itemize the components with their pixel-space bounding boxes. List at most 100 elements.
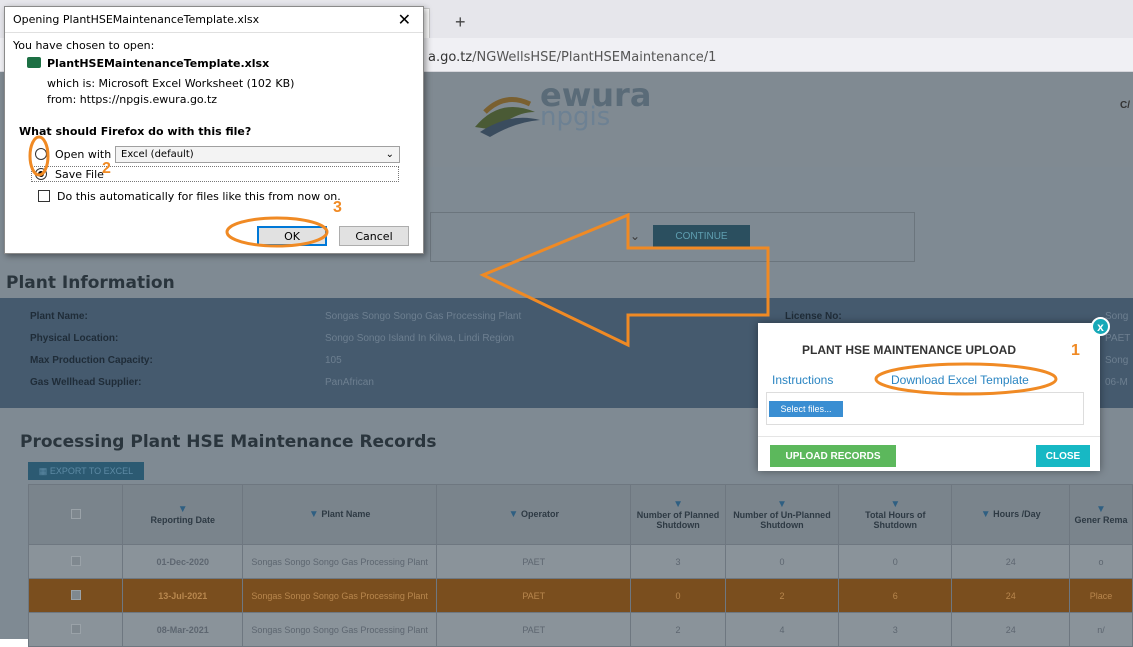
save-file-label: Save File — [55, 168, 104, 181]
file-name: PlantHSEMaintenanceTemplate.xlsx — [47, 57, 270, 70]
file-upload-box[interactable]: Select files... — [766, 392, 1084, 425]
column-label: Number of Un-Planned Shutdown — [733, 510, 831, 530]
cell-date: 13-Jul-2021 — [122, 578, 244, 613]
info-label: Plant Name: — [30, 311, 88, 322]
cell-remarks: o — [1068, 544, 1133, 579]
url-bar[interactable]: a.go.tz/NGWellsHSE/PlantHSEMaintenance/1 — [428, 50, 716, 65]
column-label: Number of Planned Shutdown — [636, 510, 720, 530]
chevron-down-icon[interactable]: ⌄ — [630, 229, 640, 243]
annotation-step-3: 3 — [333, 199, 342, 216]
column-header[interactable]: ▼ Gener Rema — [1068, 484, 1133, 545]
column-label: Gener Rema — [1074, 515, 1128, 525]
column-header[interactable]: ▼ Number of Un-Planned Shutdown — [724, 484, 840, 545]
cell-planned: 0 — [630, 578, 726, 613]
info-label: License No: — [785, 311, 842, 322]
export-to-excel-button[interactable]: ▦ EXPORT TO EXCEL — [28, 462, 144, 480]
info-label: Physical Location: — [30, 333, 119, 344]
filter-icon[interactable]: ▼ — [843, 499, 947, 510]
filter-icon[interactable]: ▼ — [635, 499, 720, 510]
select-files-button[interactable]: Select files... — [769, 401, 843, 417]
filter-icon[interactable]: ▼ — [127, 504, 238, 515]
upload-records-button[interactable]: UPLOAD RECORDS — [770, 445, 896, 467]
auto-checkbox[interactable] — [38, 190, 50, 202]
modal-divider — [758, 436, 1100, 437]
close-icon[interactable]: ✕ — [398, 10, 411, 29]
info-value: 105 — [325, 355, 342, 366]
cell-hours: 6 — [838, 578, 953, 613]
dialog-titlebar: Opening PlantHSEMaintenanceTemplate.xlsx… — [5, 7, 423, 33]
cell-plant: Songas Songo Songo Gas Processing Plant — [242, 612, 438, 647]
annotation-step-1: 1 — [1071, 342, 1080, 359]
chevron-down-icon: ⌄ — [385, 149, 394, 160]
cell-unplanned: 2 — [724, 578, 840, 613]
open-with-select[interactable]: Excel (default) ⌄ — [115, 146, 400, 163]
column-label: Hours /Day — [993, 509, 1041, 519]
cell-planned: 2 — [630, 612, 726, 647]
records-title: Processing Plant HSE Maintenance Records — [20, 432, 437, 452]
cell-operator: PAET — [436, 612, 632, 647]
cell-per-day: 24 — [951, 544, 1070, 579]
url-host: a.go.tz — [428, 50, 473, 65]
open-with-value: Excel (default) — [121, 149, 194, 160]
cell-hours: 3 — [838, 612, 953, 647]
close-button[interactable]: CLOSE — [1036, 445, 1090, 467]
excel-icon: ▦ — [38, 465, 50, 476]
cell-per-day: 24 — [951, 578, 1070, 613]
new-tab-button[interactable]: + — [455, 12, 466, 33]
save-file-radio[interactable] — [35, 168, 47, 180]
cancel-button[interactable]: Cancel — [339, 226, 409, 246]
table-row[interactable]: 08-Mar-2021 Songas Songo Songo Gas Proce… — [27, 612, 1133, 647]
info-label: Max Production Capacity: — [30, 355, 153, 366]
ok-button[interactable]: OK — [257, 226, 327, 246]
info-value: Song — [1105, 311, 1129, 322]
column-label: Total Hours of Shutdown — [865, 510, 926, 530]
file-source: from: https://npgis.ewura.go.tz — [47, 93, 218, 106]
filter-icon[interactable]: ▼ — [1074, 504, 1128, 515]
column-header[interactable]: ▼ Hours /Day — [951, 484, 1070, 545]
filter-icon[interactable]: ▼ — [509, 509, 519, 520]
info-value: Song — [1105, 355, 1129, 366]
checkbox[interactable] — [70, 508, 81, 519]
plant-info-title: Plant Information — [6, 273, 175, 293]
cell-remarks: n/ — [1068, 612, 1133, 647]
header-corner-text: C/ — [1120, 100, 1130, 111]
column-header[interactable]: ▼ Operator — [436, 484, 632, 545]
auto-label: Do this automatically for files like thi… — [57, 190, 341, 203]
cell-hours: 0 — [838, 544, 953, 579]
column-label: Reporting Date — [150, 515, 215, 525]
firefox-download-dialog: Opening PlantHSEMaintenanceTemplate.xlsx… — [4, 6, 424, 254]
cell-per-day: 24 — [951, 612, 1070, 647]
download-template-link[interactable]: Download Excel Template — [891, 373, 1029, 387]
upload-modal: PLANT HSE MAINTENANCE UPLOAD Instruction… — [758, 323, 1100, 471]
cell-plant: Songas Songo Songo Gas Processing Plant — [242, 578, 438, 613]
column-header[interactable]: ▼ Total Hours of Shutdown — [838, 484, 953, 545]
row-checkbox[interactable] — [70, 623, 81, 634]
cell-date: 01-Dec-2020 — [122, 544, 244, 579]
table-row-selected[interactable]: 13-Jul-2021 Songas Songo Songo Gas Proce… — [27, 578, 1133, 613]
cell-unplanned: 0 — [724, 544, 840, 579]
cell-date: 08-Mar-2021 — [122, 612, 244, 647]
row-checkbox[interactable] — [70, 589, 81, 600]
dialog-title: Opening PlantHSEMaintenanceTemplate.xlsx — [13, 13, 260, 26]
logo-text-npgis: npgis — [540, 102, 611, 132]
filter-icon[interactable]: ▼ — [730, 499, 834, 510]
cell-planned: 3 — [630, 544, 726, 579]
url-path: /NGWellsHSE/PlantHSEMaintenance/1 — [472, 50, 717, 65]
excel-file-icon — [27, 57, 41, 68]
filter-icon[interactable]: ▼ — [981, 509, 991, 520]
records-table: ▼ Reporting Date ▼ Plant Name ▼ Operator … — [27, 484, 1133, 647]
row-checkbox[interactable] — [70, 555, 81, 566]
instructions-link[interactable]: Instructions — [772, 373, 833, 387]
filter-icon[interactable]: ▼ — [309, 509, 319, 520]
column-label: Plant Name — [321, 509, 371, 519]
select-all-header[interactable] — [27, 484, 124, 545]
cell-unplanned: 4 — [724, 612, 840, 647]
column-header[interactable]: ▼ Number of Planned Shutdown — [630, 484, 726, 545]
open-with-radio[interactable] — [35, 148, 47, 160]
table-row[interactable]: 01-Dec-2020 Songas Songo Songo Gas Proce… — [27, 544, 1133, 579]
modal-close-icon[interactable]: x — [1091, 317, 1110, 336]
column-header[interactable]: ▼ Reporting Date — [122, 484, 244, 545]
info-value: Songo Songo Island In Kilwa, Lindi Regio… — [325, 333, 515, 344]
column-header[interactable]: ▼ Plant Name — [242, 484, 438, 545]
continue-button[interactable]: CONTINUE — [653, 225, 750, 247]
